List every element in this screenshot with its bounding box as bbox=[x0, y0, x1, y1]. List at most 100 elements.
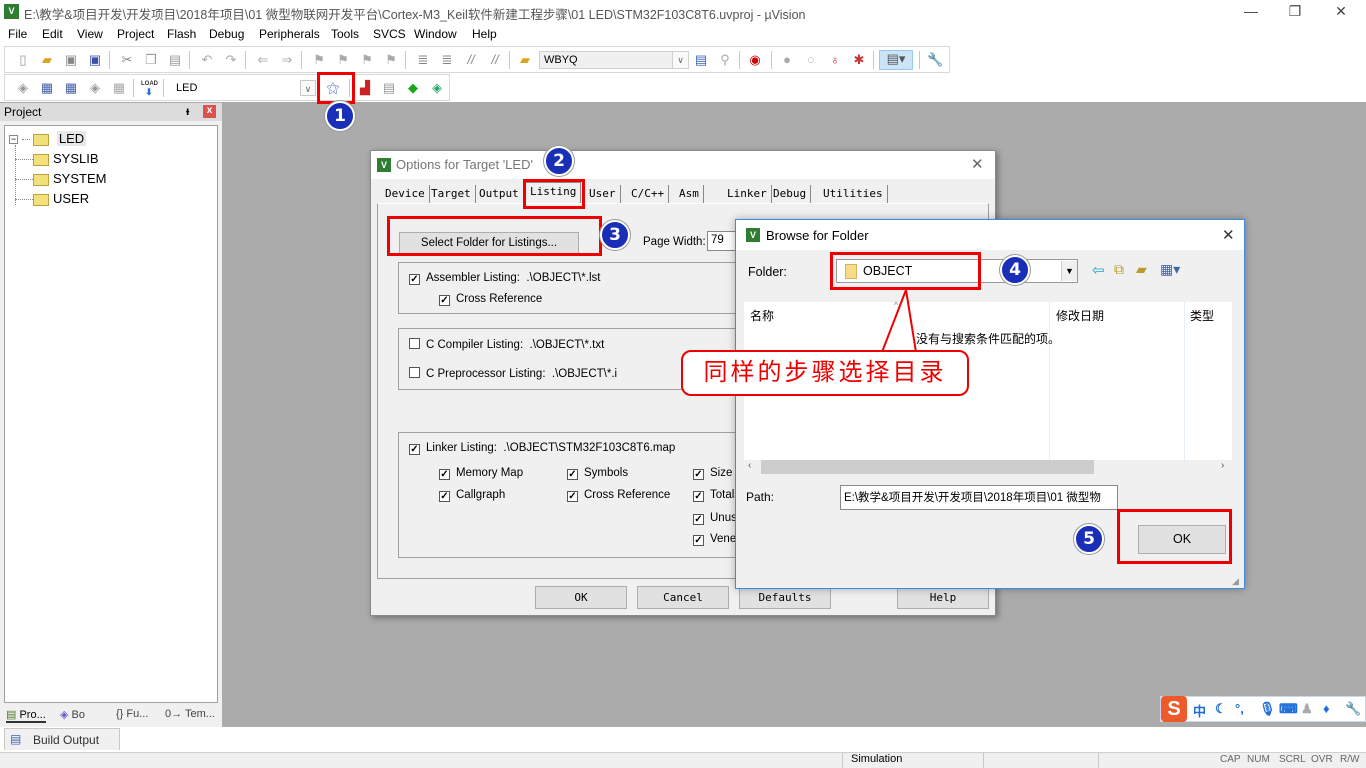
menu-help[interactable]: Help bbox=[472, 27, 497, 41]
scroll-left-icon[interactable]: ‹ bbox=[748, 460, 751, 471]
open-folder-icon[interactable]: ▰ bbox=[39, 52, 55, 68]
tab-user[interactable]: User bbox=[585, 185, 621, 203]
menu-view[interactable]: View bbox=[77, 27, 103, 41]
pack-installer-icon[interactable]: ◈ bbox=[429, 80, 445, 96]
uncomment-icon[interactable]: // bbox=[487, 52, 503, 68]
redo-icon[interactable]: ↷ bbox=[223, 52, 239, 68]
scrollbar-thumb[interactable] bbox=[761, 460, 1094, 474]
batch-build-icon[interactable]: ◈ bbox=[87, 80, 103, 96]
tab-build-output[interactable]: ▤ Build Output bbox=[4, 728, 120, 750]
tree-group-syslib[interactable]: SYSLIB bbox=[15, 151, 99, 166]
close-panel-icon[interactable]: x bbox=[203, 105, 216, 118]
menu-tools[interactable]: Tools bbox=[331, 27, 359, 41]
menu-svcs[interactable]: SVCS bbox=[373, 27, 406, 41]
cut-icon[interactable]: ✂ bbox=[119, 52, 135, 68]
indent-icon[interactable]: ≣ bbox=[415, 52, 431, 68]
punctuation-icon[interactable]: °, bbox=[1235, 701, 1244, 716]
user-icon[interactable]: ♟ bbox=[1301, 701, 1313, 717]
breakpoint-disable-icon[interactable]: ♁ bbox=[827, 52, 843, 68]
chevron-down-icon[interactable]: ∨ bbox=[672, 52, 688, 68]
chevron-down-icon[interactable]: ▼ bbox=[1061, 261, 1077, 281]
menu-file[interactable]: File bbox=[8, 27, 27, 41]
paste-icon[interactable]: ▤ bbox=[167, 52, 183, 68]
translate-icon[interactable]: ◈ bbox=[15, 80, 31, 96]
breakpoint-kill-icon[interactable]: ✱ bbox=[851, 52, 867, 68]
tree-group-user[interactable]: USER bbox=[15, 191, 89, 206]
column-header-name[interactable]: 名称 bbox=[750, 307, 774, 324]
menu-window[interactable]: Window bbox=[414, 27, 457, 41]
column-header-modified[interactable]: 修改日期 bbox=[1056, 307, 1104, 324]
microphone-icon[interactable]: 🎙 bbox=[1259, 701, 1276, 717]
menu-project[interactable]: Project bbox=[117, 27, 154, 41]
rebuild-icon[interactable]: ▦ bbox=[63, 80, 79, 96]
up-folder-icon[interactable]: ⧉ bbox=[1114, 261, 1124, 278]
tab-debug[interactable]: Debug bbox=[769, 185, 812, 203]
page-width-input[interactable]: 79 bbox=[707, 231, 737, 251]
bookmark-prev-icon[interactable]: ⚑ bbox=[335, 52, 351, 68]
debug-session-icon[interactable]: ⚲ bbox=[717, 52, 733, 68]
find-in-files-icon[interactable]: ▰ bbox=[517, 52, 533, 68]
tree-group-system[interactable]: SYSTEM bbox=[15, 171, 106, 186]
veneers-checkbox[interactable]: ✓ Vene bbox=[693, 533, 736, 546]
nav-forward-icon[interactable]: ⇒ bbox=[279, 52, 295, 68]
bookmark-clear-icon[interactable]: ⚑ bbox=[383, 52, 399, 68]
ime-mode-toggle[interactable]: 中 bbox=[1193, 701, 1206, 720]
pin-icon[interactable]: ᵻ bbox=[186, 104, 189, 118]
unindent-icon[interactable]: ≣ bbox=[439, 52, 455, 68]
collapse-icon[interactable]: − bbox=[9, 135, 18, 145]
back-arrow-icon[interactable]: ⇦ bbox=[1092, 261, 1105, 279]
configure-icon[interactable]: 🔧 bbox=[927, 52, 943, 68]
close-icon[interactable]: ✕ bbox=[1222, 226, 1235, 244]
file-extensions-icon[interactable]: ▤ bbox=[381, 80, 397, 96]
callgraph-checkbox[interactable]: ✓ Callgraph bbox=[439, 489, 505, 502]
unused-sections-checkbox[interactable]: ✓ Unus bbox=[693, 512, 737, 525]
memory-map-checkbox[interactable]: ✓ Memory Map bbox=[439, 467, 523, 480]
menu-peripherals[interactable]: Peripherals bbox=[259, 27, 320, 41]
minimize-button[interactable]: — bbox=[1228, 0, 1274, 24]
load-download-icon[interactable]: LOAD ⬇ bbox=[141, 80, 158, 97]
tab-utilities[interactable]: Utilities bbox=[819, 185, 888, 203]
defaults-button[interactable]: Defaults bbox=[739, 586, 831, 609]
save-icon[interactable]: ▣ bbox=[63, 52, 79, 68]
restore-button[interactable]: ❐ bbox=[1272, 0, 1318, 24]
bookmark-icon[interactable]: ⚑ bbox=[311, 52, 327, 68]
sogou-logo-icon[interactable]: S bbox=[1161, 696, 1187, 722]
resize-grip-icon[interactable]: ◢ bbox=[1232, 576, 1239, 587]
path-field[interactable]: E:\教学&项目开发\开发项目\2018年项目\01 微型物 bbox=[840, 485, 1118, 510]
tab-linker[interactable]: Linker bbox=[723, 185, 772, 203]
menu-debug[interactable]: Debug bbox=[209, 27, 244, 41]
breakpoint-insert-icon[interactable]: ● bbox=[779, 52, 795, 68]
manage-components-icon[interactable]: ▟ bbox=[357, 80, 373, 96]
menu-edit[interactable]: Edit bbox=[42, 27, 63, 41]
cross-reference-checkbox[interactable]: ✓ Cross Reference bbox=[439, 293, 542, 306]
symbols-checkbox[interactable]: ✓ Symbols bbox=[567, 467, 628, 480]
tab-functions[interactable]: {} Fu... bbox=[116, 708, 148, 720]
scroll-right-icon[interactable]: › bbox=[1221, 460, 1224, 471]
tab-asm[interactable]: Asm bbox=[675, 185, 704, 203]
tab-output[interactable]: Output bbox=[475, 185, 524, 203]
help-button[interactable]: Help bbox=[897, 586, 989, 609]
undo-icon[interactable]: ↶ bbox=[199, 52, 215, 68]
totals-checkbox[interactable]: ✓ Totals bbox=[693, 489, 740, 502]
target-combo[interactable]: LED ∨ bbox=[171, 79, 317, 97]
linker-cross-reference-checkbox[interactable]: ✓ Cross Reference bbox=[567, 489, 670, 502]
moon-icon[interactable]: ☾ bbox=[1215, 701, 1227, 717]
linker-listing-checkbox[interactable]: ✓ Linker Listing: .\OBJECT\STM32F103C8T6.… bbox=[409, 442, 675, 455]
tree-root-led[interactable]: − LED bbox=[9, 131, 87, 146]
build-icon[interactable]: ▦ bbox=[39, 80, 55, 96]
close-icon[interactable]: ✕ bbox=[971, 155, 984, 173]
c-compiler-listing-checkbox[interactable]: C Compiler Listing: .\OBJECT\*.txt bbox=[409, 338, 604, 351]
start-debug-icon[interactable]: ◉ bbox=[747, 52, 763, 68]
incremental-find-icon[interactable]: ▤ bbox=[693, 52, 709, 68]
tab-books[interactable]: ◈ Bo bbox=[60, 708, 85, 721]
new-folder-icon[interactable]: ▰ bbox=[1136, 261, 1147, 278]
ok-button[interactable]: OK bbox=[535, 586, 627, 609]
menu-flash[interactable]: Flash bbox=[167, 27, 196, 41]
settings-wrench-icon[interactable]: 🔧 bbox=[1345, 701, 1361, 717]
tab-target[interactable]: Target bbox=[427, 185, 476, 203]
new-file-icon[interactable]: ▯ bbox=[15, 52, 31, 68]
tab-project[interactable]: ▤ Pro... bbox=[6, 708, 46, 723]
breakpoint-enable-icon[interactable]: ○ bbox=[803, 52, 819, 68]
cancel-button[interactable]: Cancel bbox=[637, 586, 729, 609]
copy-icon[interactable]: ❐ bbox=[143, 52, 159, 68]
